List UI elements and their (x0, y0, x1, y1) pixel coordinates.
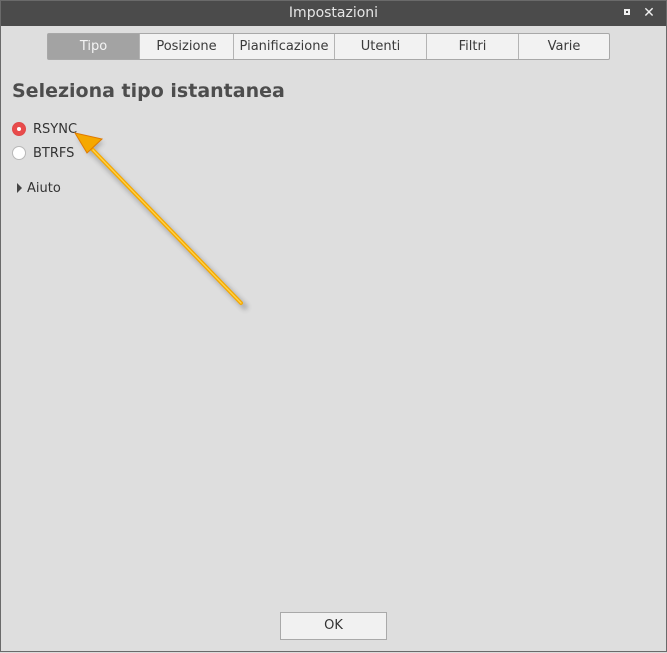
radio-btrfs[interactable]: BTRFS (12, 144, 132, 162)
radio-rsync-label: RSYNC (33, 121, 78, 137)
radio-btrfs-label: BTRFS (33, 145, 75, 161)
tab-utenti[interactable]: Utenti (335, 34, 427, 59)
radio-rsync[interactable]: RSYNC (12, 120, 132, 138)
radio-unselected-icon[interactable] (12, 146, 26, 160)
close-icon[interactable]: ✕ (643, 6, 655, 20)
tab-bar: Tipo Posizione Pianificazione Utenti Fil… (47, 33, 610, 60)
tab-varie[interactable]: Varie (519, 34, 609, 59)
help-label: Aiuto (27, 180, 61, 196)
settings-window: Impostazioni ✕ Tipo Posizione Pianificaz… (0, 0, 667, 652)
help-expander[interactable]: Aiuto (17, 179, 61, 197)
tab-pianificazione[interactable]: Pianificazione (234, 34, 335, 59)
tab-filtri[interactable]: Filtri (427, 34, 519, 59)
tab-posizione[interactable]: Posizione (140, 34, 234, 59)
radio-selected-icon[interactable] (12, 122, 26, 136)
window-title: Impostazioni (288, 5, 379, 21)
expander-triangle-icon (17, 183, 22, 193)
title-bar: Impostazioni ✕ (1, 1, 666, 26)
arrow-shadow (77, 137, 248, 310)
maximize-icon[interactable] (622, 7, 634, 19)
ok-button[interactable]: OK (280, 612, 387, 640)
tab-tipo[interactable]: Tipo (48, 34, 140, 59)
page-title: Seleziona tipo istantanea (12, 80, 285, 102)
arrow-shaft-highlight (92, 149, 242, 304)
arrow-shaft (89, 146, 243, 305)
